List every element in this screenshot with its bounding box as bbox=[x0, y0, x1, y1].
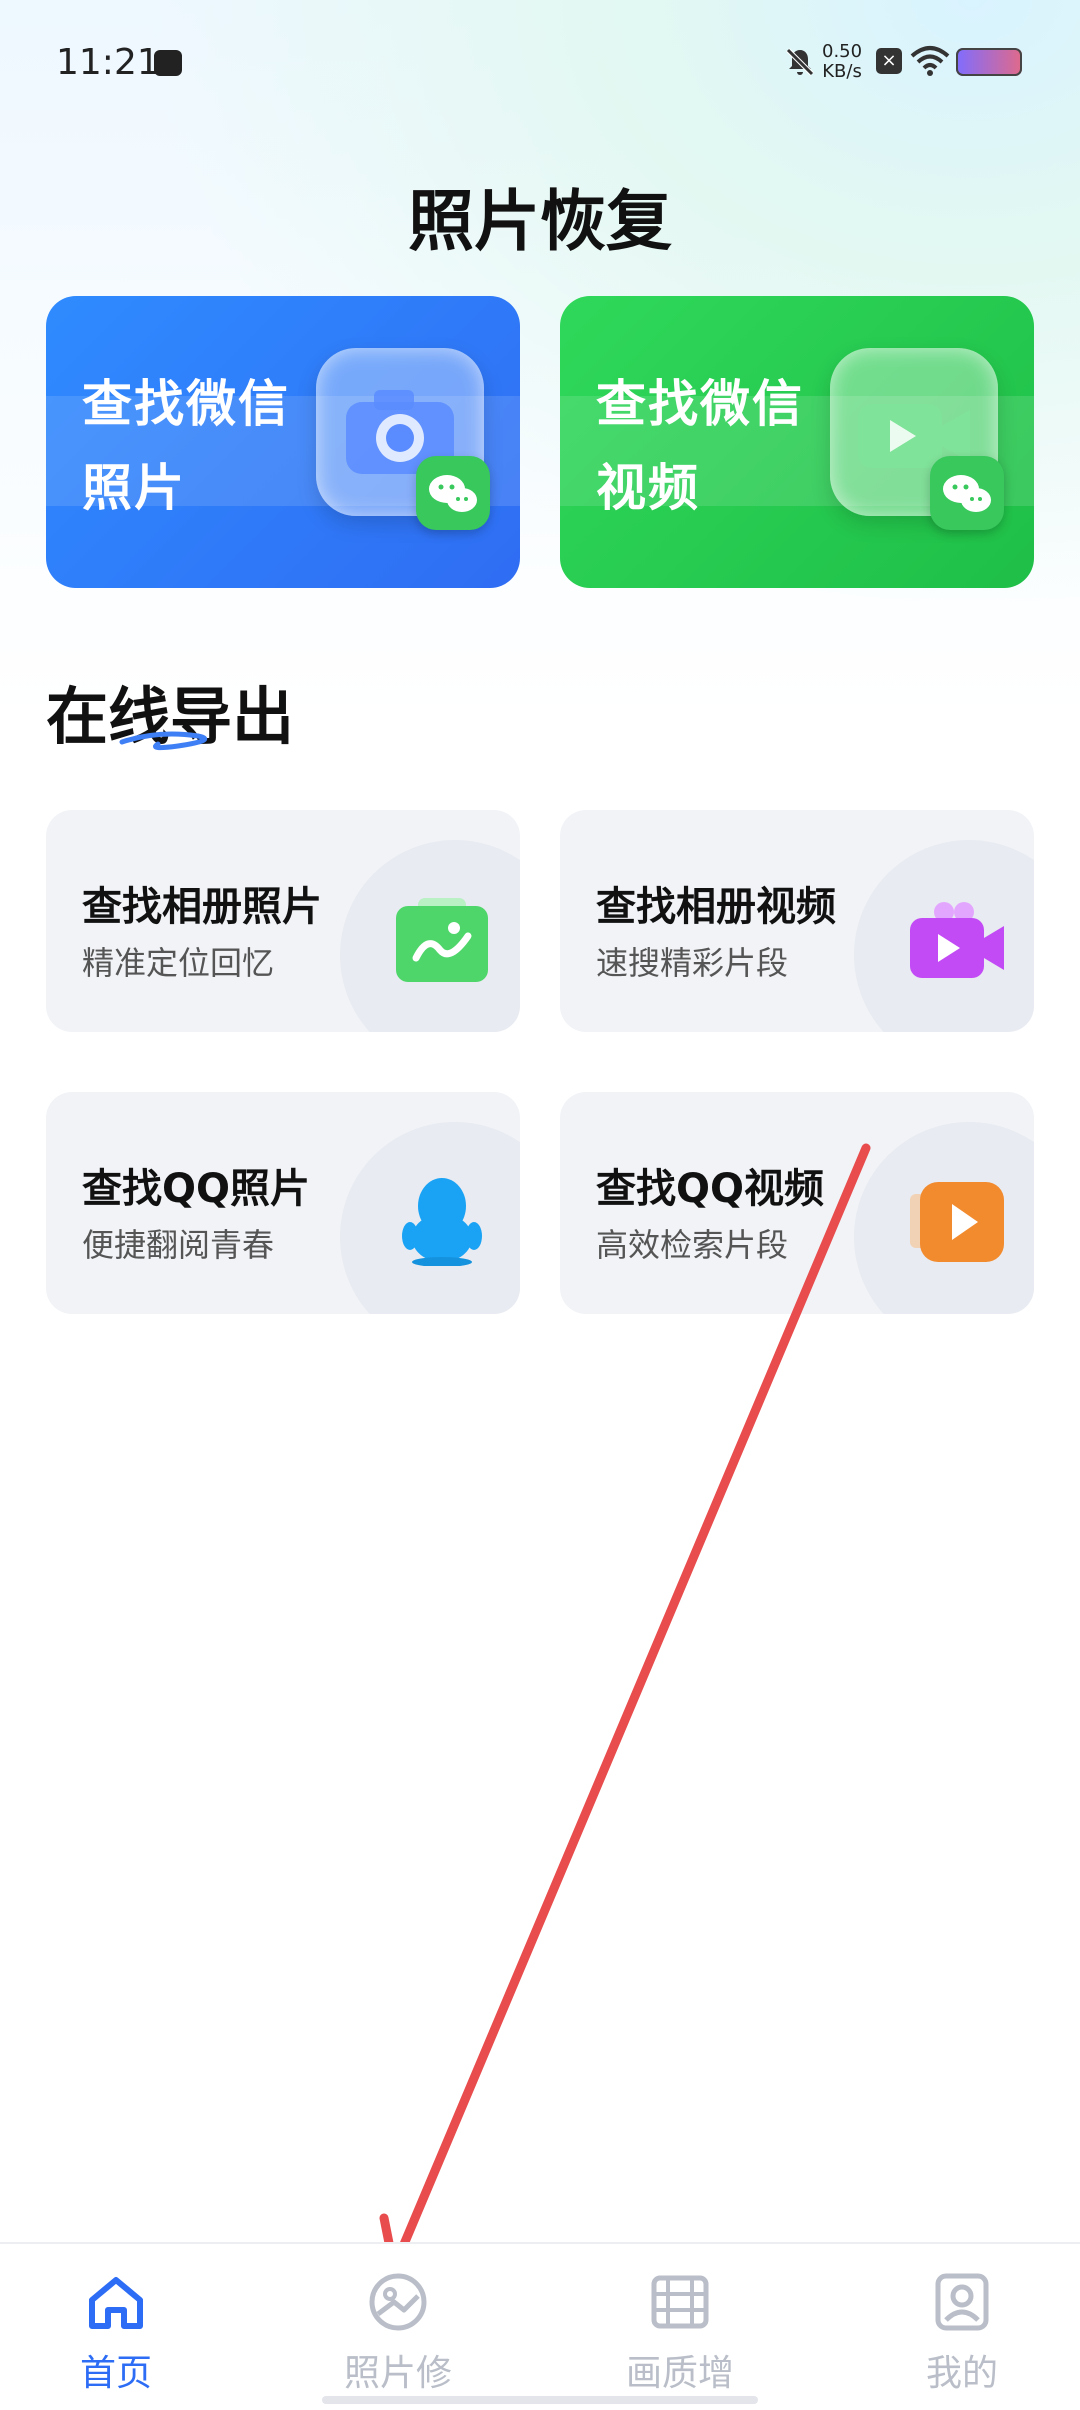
battery-icon bbox=[956, 48, 1022, 76]
album-video-icon bbox=[910, 902, 1004, 978]
network-speed-unit: KB/s bbox=[822, 61, 862, 82]
card-title: 查找QQ视频 bbox=[596, 1166, 825, 1212]
tab-label: 照片修 bbox=[343, 2353, 452, 2394]
card-title: 查找QQ照片 bbox=[82, 1166, 311, 1212]
tab-photo-repair[interactable]: 照片修 bbox=[298, 2270, 498, 2396]
qq-photo-card[interactable]: 查找QQ照片 便捷翻阅青春 bbox=[46, 1092, 520, 1314]
data-off-icon: × bbox=[876, 48, 902, 74]
tab-label: 我的 bbox=[925, 2353, 998, 2394]
wechat-icon bbox=[416, 456, 490, 530]
bottom-tab-bar: 首页 照片修 画质增 我的 bbox=[0, 2242, 1080, 2410]
home-indicator bbox=[322, 2396, 758, 2404]
tab-profile[interactable]: 我的 bbox=[862, 2270, 1062, 2396]
notification-app-icon bbox=[154, 50, 182, 76]
card-subtitle: 高效检索片段 bbox=[596, 1226, 789, 1264]
card-subtitle: 速搜精彩片段 bbox=[596, 944, 789, 982]
qq-penguin-icon bbox=[402, 1178, 482, 1266]
status-bar: 11:21 0.50 KB/s × bbox=[0, 0, 1080, 120]
page-title: 照片恢复 bbox=[408, 183, 672, 260]
card-subtitle: 便捷翻阅青春 bbox=[82, 1226, 275, 1264]
image-repair-icon bbox=[369, 2273, 427, 2331]
card-title: 查找相册照片 bbox=[82, 884, 322, 930]
album-photo-card[interactable]: 查找相册照片 精准定位回忆 bbox=[46, 810, 520, 1032]
film-icon bbox=[651, 2275, 709, 2329]
album-video-card[interactable]: 查找相册视频 速搜精彩片段 bbox=[560, 810, 1034, 1032]
status-time: 11:21 bbox=[56, 42, 160, 83]
wechat-photo-card[interactable]: 查找微信 照片 bbox=[46, 296, 520, 588]
qq-video-card[interactable]: 查找QQ视频 高效检索片段 bbox=[560, 1092, 1034, 1314]
tab-quality-enhance[interactable]: 画质增 bbox=[580, 2270, 780, 2396]
wifi-icon bbox=[910, 46, 950, 76]
qq-video-icon bbox=[910, 1182, 1004, 1262]
card-label: 查找微信 视频 bbox=[596, 375, 804, 517]
profile-icon bbox=[935, 2273, 989, 2331]
tab-home[interactable]: 首页 bbox=[16, 2270, 216, 2396]
network-speed: 0.50 KB/s bbox=[822, 42, 862, 82]
album-photo-icon bbox=[396, 898, 488, 982]
tab-label: 画质增 bbox=[625, 2353, 734, 2394]
title-underline-decoration bbox=[119, 731, 208, 751]
wechat-video-card[interactable]: 查找微信 视频 bbox=[560, 296, 1034, 588]
home-icon bbox=[89, 2277, 143, 2329]
card-subtitle: 精准定位回忆 bbox=[82, 944, 275, 982]
network-speed-value: 0.50 bbox=[822, 41, 863, 62]
tab-label: 首页 bbox=[79, 2353, 152, 2394]
wechat-icon bbox=[930, 456, 1004, 530]
mute-bell-icon bbox=[786, 48, 814, 76]
card-title: 查找相册视频 bbox=[596, 884, 836, 930]
card-label: 查找微信 照片 bbox=[82, 375, 290, 517]
